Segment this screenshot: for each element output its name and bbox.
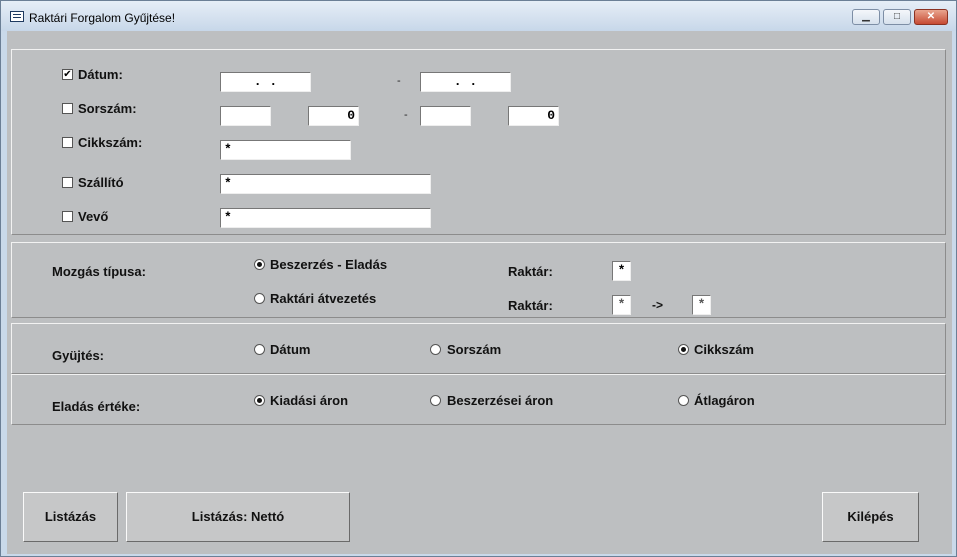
app-window: Raktári Forgalom Gyűjtése! ▁ □ ✕ ✔ Dátum… (0, 0, 957, 557)
close-button[interactable]: ✕ (914, 9, 948, 25)
movement-transfer-radio[interactable] (254, 293, 265, 304)
gyujtes-datum-radio[interactable] (254, 344, 265, 355)
sorszam-separator: - (404, 109, 408, 121)
datum-separator: - (397, 75, 401, 87)
vevo-label: Vevő (78, 209, 109, 224)
maximize-button[interactable]: □ (883, 9, 911, 25)
title-bar[interactable]: Raktári Forgalom Gyűjtése! ▁ □ ✕ (1, 1, 956, 31)
datum-checkbox[interactable]: ✔ (62, 69, 73, 80)
app-icon (10, 11, 24, 22)
gyujtes-panel: Gyüjtés: Dátum Sorszám Cikkszám (11, 323, 946, 374)
cikkszam-label: Cikkszám: (78, 135, 143, 150)
sorszam-from-prefix-field[interactable] (220, 106, 271, 126)
listazas-button[interactable]: Listázás (23, 492, 118, 542)
movement-label: Mozgás típusa: (52, 264, 146, 279)
raktar-from-field[interactable]: * (612, 295, 631, 315)
sorszam-to-prefix-field[interactable] (420, 106, 471, 126)
vevo-field[interactable]: * (220, 208, 431, 228)
filter-panel: ✔ Dátum: . . - . . Sorszám: 0 - 0 Cikksz… (11, 49, 946, 235)
check-icon: ✔ (63, 69, 72, 80)
datum-to-field[interactable]: . . (420, 72, 511, 92)
minimize-button[interactable]: ▁ (852, 9, 880, 25)
window-title: Raktári Forgalom Gyűjtése! (29, 11, 176, 25)
raktar-to-field[interactable]: * (692, 295, 711, 315)
szallito-checkbox[interactable] (62, 177, 73, 188)
eladas-kiadasi-label[interactable]: Kiadási áron (270, 393, 348, 408)
eladas-kiadasi-radio[interactable] (254, 395, 265, 406)
eladas-atlag-radio[interactable] (678, 395, 689, 406)
eladas-label: Eladás értéke: (52, 399, 141, 414)
vevo-checkbox[interactable] (62, 211, 73, 222)
client-area: ✔ Dátum: . . - . . Sorszám: 0 - 0 Cikksz… (7, 31, 952, 554)
gyujtes-cikkszam-label[interactable]: Cikkszám (694, 342, 754, 357)
sorszam-checkbox[interactable] (62, 103, 73, 114)
szallito-label: Szállító (78, 175, 124, 190)
szallito-field[interactable]: * (220, 174, 431, 194)
kilepes-button[interactable]: Kilépés (822, 492, 919, 542)
movement-panel: Mozgás típusa: Beszerzés - Eladás Raktár… (11, 242, 946, 318)
raktar-field[interactable]: * (612, 261, 631, 281)
cikkszam-checkbox[interactable] (62, 137, 73, 148)
gyujtes-datum-label[interactable]: Dátum (270, 342, 310, 357)
gyujtes-cikkszam-radio[interactable] (678, 344, 689, 355)
eladas-panel: Eladás értéke: Kiadási áron Beszerzései … (11, 374, 946, 425)
movement-transfer-label[interactable]: Raktári átvezetés (270, 291, 376, 306)
listazas-netto-button[interactable]: Listázás: Nettó (126, 492, 350, 542)
eladas-atlag-label[interactable]: Átlagáron (694, 393, 755, 408)
cikkszam-field[interactable]: * (220, 140, 351, 160)
sorszam-to-number-field[interactable]: 0 (508, 106, 559, 126)
gyujtes-label: Gyüjtés: (52, 348, 105, 363)
gyujtes-sorszam-radio[interactable] (430, 344, 441, 355)
datum-label: Dátum: (78, 67, 123, 82)
movement-purchase-sale-label[interactable]: Beszerzés - Eladás (270, 257, 387, 272)
datum-from-field[interactable]: . . (220, 72, 311, 92)
sorszam-from-number-field[interactable]: 0 (308, 106, 359, 126)
transfer-arrow: -> (652, 298, 664, 312)
sorszam-label: Sorszám: (78, 101, 137, 116)
raktar-label: Raktár: (508, 264, 553, 279)
raktar-transfer-label: Raktár: (508, 298, 553, 313)
movement-purchase-sale-radio[interactable] (254, 259, 265, 270)
eladas-beszerzesi-label[interactable]: Beszerzései áron (447, 393, 553, 408)
eladas-beszerzesi-radio[interactable] (430, 395, 441, 406)
gyujtes-sorszam-label[interactable]: Sorszám (447, 342, 501, 357)
